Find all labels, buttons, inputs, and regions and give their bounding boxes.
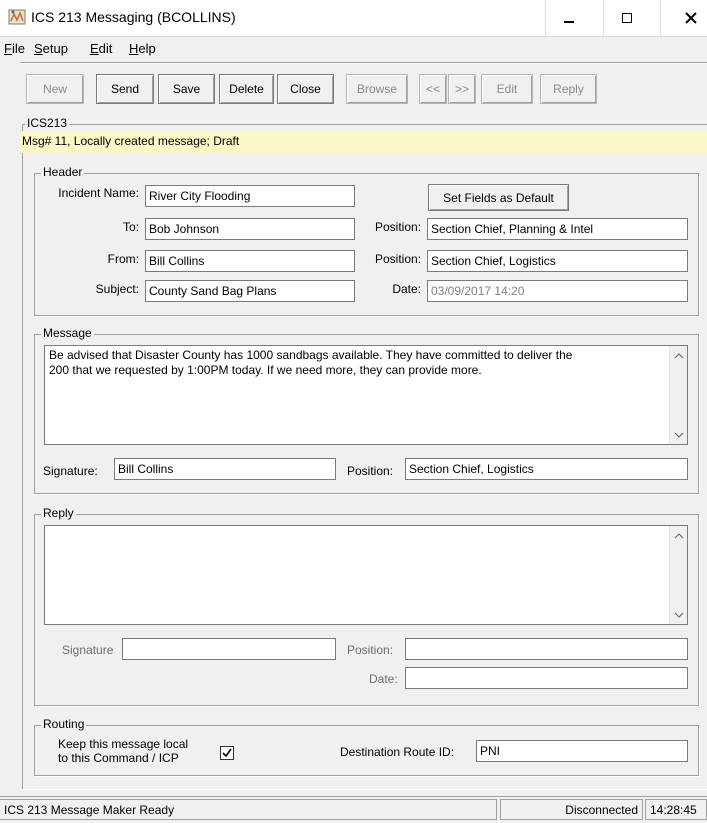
close-button[interactable]: Close [277, 74, 334, 104]
reply-group-label: Reply [41, 506, 76, 520]
window-title: ICS 213 Messaging (BCOLLINS) [31, 9, 236, 25]
scroll-down-icon[interactable] [670, 606, 687, 623]
scroll-down-icon[interactable] [670, 426, 687, 443]
message-scrollbar[interactable] [669, 346, 687, 444]
subject-label: Subject: [95, 282, 139, 296]
maximize-icon [622, 13, 632, 23]
menu-separator [20, 62, 707, 64]
keep-local-checkbox[interactable] [220, 746, 234, 760]
checkmark-icon [222, 748, 232, 758]
menu-bar: File Setup Edit Help [0, 38, 707, 60]
keep-local-label: Keep this message local to this Command … [58, 737, 189, 765]
minimize-icon [564, 21, 574, 23]
reply-signature-field[interactable] [122, 638, 336, 660]
prev-button[interactable]: << [419, 74, 447, 104]
reply-scrollbar[interactable] [669, 526, 687, 624]
routing-group-label: Routing [41, 717, 87, 731]
save-button[interactable]: Save [158, 74, 215, 104]
menu-help[interactable]: Help [129, 41, 156, 56]
minimize-button[interactable] [545, 0, 592, 36]
from-label: From: [107, 252, 139, 266]
date-field[interactable]: 03/09/2017 14:20 [427, 280, 688, 302]
from-field[interactable]: Bill Collins [145, 250, 355, 272]
incident-name-label: Incident Name: [58, 186, 139, 200]
menu-setup[interactable]: Setup [34, 41, 68, 56]
reply-position-field[interactable] [405, 638, 688, 660]
message-textarea[interactable]: Be advised that Disaster County has 1000… [44, 345, 688, 445]
scroll-up-icon[interactable] [670, 527, 687, 544]
message-position-label: Position: [347, 464, 394, 478]
date-label: Date: [392, 282, 421, 296]
connection-status: Disconnected [500, 799, 643, 820]
signature-label: Signature: [43, 464, 98, 478]
message-line-1: Be advised that Disaster County has 1000… [49, 348, 573, 362]
reply-signature-label: Signature [62, 643, 114, 657]
close-window-button[interactable] [660, 0, 707, 36]
next-button[interactable]: >> [448, 74, 476, 104]
subject-field[interactable]: County Sand Bag Plans [145, 280, 355, 302]
set-fields-default-button[interactable]: Set Fields as Default [428, 184, 569, 211]
message-position-field[interactable]: Section Chief, Logistics [405, 458, 688, 480]
header-group-label: Header [41, 165, 85, 179]
scroll-up-icon[interactable] [670, 347, 687, 364]
to-label: To: [122, 220, 139, 234]
signature-field[interactable]: Bill Collins [114, 458, 336, 480]
ics213-group-label: ICS213 [25, 116, 70, 130]
reply-date-field[interactable] [405, 667, 688, 689]
reply-position-label: Position: [347, 643, 394, 657]
from-position-field[interactable]: Section Chief, Logistics [427, 250, 688, 272]
to-field[interactable]: Bob Johnson [145, 218, 355, 240]
edit-button[interactable]: Edit [481, 74, 533, 104]
reply-textarea[interactable] [44, 525, 688, 625]
to-position-label: Position: [374, 220, 421, 234]
title-bar[interactable]: ICS 213 Messaging (BCOLLINS) [0, 0, 707, 37]
status-bar: ICS 213 Message Maker Ready Disconnected… [0, 796, 707, 823]
message-status-banner: Msg# 11, Locally created message; Draft [20, 131, 707, 153]
status-time: 14:28:45 [645, 799, 707, 820]
maximize-button[interactable] [603, 0, 650, 36]
reply-date-label: Date: [369, 672, 398, 686]
from-position-label: Position: [374, 252, 421, 266]
browse-button[interactable]: Browse [346, 74, 408, 104]
close-icon [685, 12, 697, 24]
app-icon [8, 9, 26, 25]
menu-edit[interactable]: Edit [90, 41, 112, 56]
message-group-label: Message [41, 326, 94, 340]
reply-button[interactable]: Reply [540, 74, 597, 104]
delete-button[interactable]: Delete [219, 74, 274, 104]
message-line-2: 200 that we requested by 1:00PM today. I… [49, 363, 482, 377]
incident-name-field[interactable]: River City Flooding [145, 185, 355, 207]
destination-route-field[interactable]: PNI [476, 740, 688, 762]
new-button[interactable]: New [26, 74, 84, 104]
status-message: ICS 213 Message Maker Ready [0, 799, 497, 820]
destination-route-label: Destination Route ID: [340, 745, 455, 759]
menu-file[interactable]: File [4, 41, 25, 56]
to-position-field[interactable]: Section Chief, Planning & Intel [427, 218, 688, 240]
send-button[interactable]: Send [96, 74, 154, 104]
